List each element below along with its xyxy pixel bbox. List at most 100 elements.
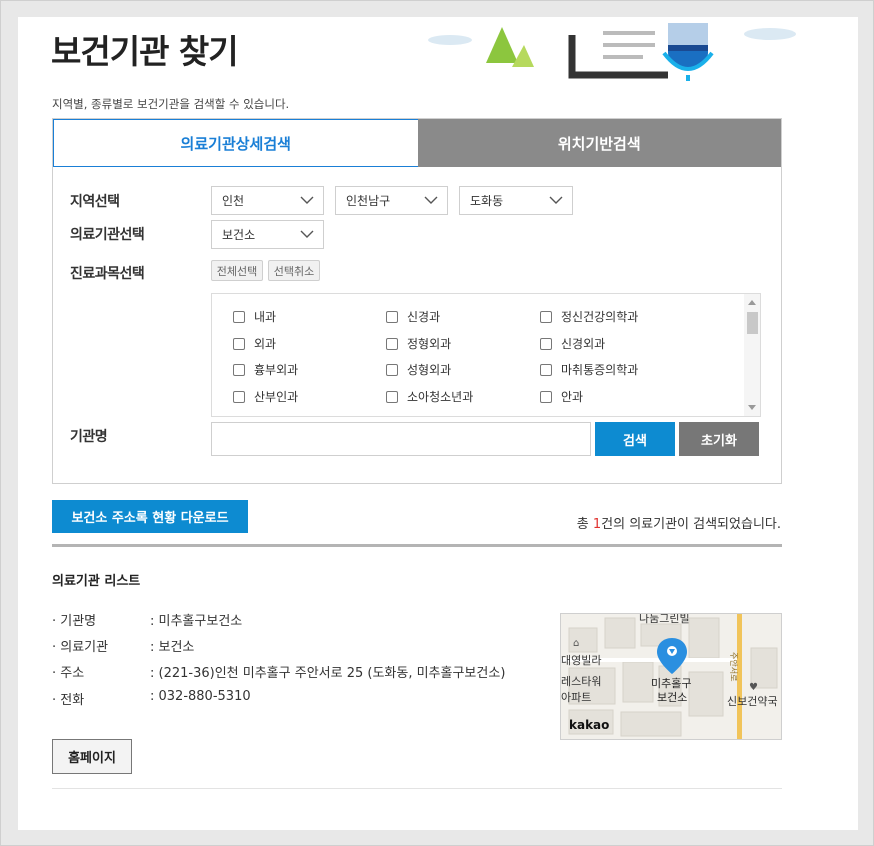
checkbox-icon[interactable] [540, 363, 552, 376]
checkbox-icon[interactable] [386, 337, 398, 350]
institution-value: 보건소 [222, 228, 256, 242]
subject-checkbox[interactable]: 신경과 [386, 308, 440, 325]
search-tabs: 의료기관상세검색 위치기반검색 [53, 119, 781, 167]
info-value: 보건소 [150, 636, 195, 655]
region-select-district[interactable]: 인천남구 [335, 186, 448, 215]
subject-checkbox[interactable]: 마취통증의학과 [540, 361, 638, 378]
subject-checkbox[interactable]: 흉부외과 [233, 361, 298, 378]
subject-label-text: 신경과 [407, 310, 441, 324]
download-address-button[interactable]: 보건소 주소록 현황 다운로드 [52, 500, 248, 533]
institution-name-input[interactable] [211, 422, 591, 456]
map-label-top: 나눔그린빌 [639, 614, 690, 625]
tab-location-search[interactable]: 위치기반검색 [417, 119, 781, 167]
subject-checkbox[interactable]: 산부인과 [233, 388, 298, 405]
region-city-value: 인천 [222, 194, 245, 208]
map-label-marker2: 보건소 [657, 691, 687, 704]
institution-label: 의료기관선택 [70, 227, 145, 243]
select-all-button[interactable]: 전체선택 [211, 260, 263, 281]
scroll-up-icon[interactable] [748, 300, 756, 305]
homepage-button[interactable]: 홈페이지 [52, 739, 132, 774]
subject-checkbox[interactable]: 신경외과 [540, 335, 605, 352]
checkbox-icon[interactable] [386, 310, 398, 323]
checkbox-icon[interactable] [386, 363, 398, 376]
info-value: 미추홀구보건소 [150, 610, 243, 629]
deselect-button[interactable]: 선택취소 [268, 260, 320, 281]
location-map[interactable]: 나눔그린빌 ⌂ 대영빌라 레스타워 아파트 미추홀구 보건소 신보건약국 ♥ k… [560, 613, 782, 740]
checkbox-icon[interactable] [233, 363, 245, 376]
checkbox-icon[interactable] [540, 310, 552, 323]
info-value: 032-880-5310 [150, 689, 251, 708]
info-row-address: 주소(221-36)인천 미추홀구 주안서로 25 (도화동, 미추홀구보건소) [52, 662, 505, 681]
subject-checkbox[interactable]: 외과 [233, 335, 276, 352]
institution-select[interactable]: 보건소 [211, 220, 324, 249]
list-title: 의료기관 리스트 [52, 574, 141, 589]
subject-checkbox[interactable]: 안과 [540, 388, 583, 405]
subject-label: 진료과목선택 [70, 266, 145, 282]
checkbox-icon[interactable] [233, 390, 245, 403]
pharmacy-icon: ♥ [749, 682, 758, 693]
page-title: 보건기관 찾기 [51, 32, 239, 71]
divider [52, 544, 782, 547]
info-row-type: 의료기관보건소 [52, 636, 194, 655]
info-key: 전화 [52, 689, 150, 708]
page-description: 지역별, 종류별로 보건기관을 검색할 수 있습니다. [52, 97, 290, 111]
map-label-villa: 대영빌라 [561, 654, 601, 667]
search-panel: 의료기관상세검색 위치기반검색 지역선택 인천 인천남구 도화동 의료기관선택 … [52, 118, 782, 484]
subject-label-text: 소아청소년과 [407, 390, 474, 404]
tab-detail-search[interactable]: 의료기관상세검색 [53, 119, 418, 167]
info-row-phone: 전화032-880-5310 [52, 689, 251, 708]
map-label-tower2: 아파트 [561, 691, 591, 704]
subject-label-text: 정신건강의학과 [561, 310, 639, 324]
subject-label-text: 정형외과 [407, 337, 452, 351]
chevron-down-icon [300, 230, 314, 238]
subject-label-text: 성형외과 [407, 363, 452, 377]
page: 보건기관 찾기 지역별, 종류별로 보건기관을 검색할 수 있습니다. 의료기관… [18, 17, 858, 830]
info-key: 주소 [52, 662, 150, 681]
search-button[interactable]: 검색 [595, 422, 675, 456]
subject-checkbox[interactable]: 성형외과 [386, 361, 451, 378]
scrollbar-thumb[interactable] [747, 312, 758, 334]
subject-label-text: 산부인과 [254, 390, 299, 404]
chevron-down-icon [549, 196, 563, 204]
subject-label-text: 신경외과 [561, 337, 606, 351]
map-canvas: 나눔그린빌 ⌂ 대영빌라 레스타워 아파트 미추홀구 보건소 신보건약국 ♥ k… [561, 614, 781, 739]
result-prefix: 총 [576, 517, 593, 532]
subject-checkbox[interactable]: 정신건강의학과 [540, 308, 638, 325]
name-label: 기관명 [70, 429, 108, 445]
reset-button[interactable]: 초기화 [679, 422, 759, 456]
checkbox-icon[interactable] [233, 310, 245, 323]
subject-label-text: 마취통증의학과 [561, 363, 639, 377]
scroll-down-icon[interactable] [748, 405, 756, 410]
region-label: 지역선택 [70, 194, 120, 210]
subject-checkbox[interactable]: 소아청소년과 [386, 388, 473, 405]
result-summary: 총 1건의 의료기관이 검색되었습니다. [577, 513, 781, 532]
divider [52, 788, 782, 789]
map-label-tower1: 레스타워 [561, 675, 601, 688]
map-label-pharmacy: 신보건약국 [727, 694, 778, 708]
subject-list: 내과 신경과 정신건강의학과 외과 정형외과 신경외과 흉부외과 성형외과 마취… [211, 293, 761, 417]
map-label-road: 주안서로 [729, 652, 739, 681]
info-row-name: 기관명미추홀구보건소 [52, 610, 242, 629]
subject-checkbox[interactable]: 내과 [233, 308, 276, 325]
checkbox-icon[interactable] [540, 337, 552, 350]
checkbox-icon[interactable] [540, 390, 552, 403]
chevron-down-icon [424, 196, 438, 204]
checkbox-icon[interactable] [233, 337, 245, 350]
subject-label-text: 안과 [561, 390, 584, 404]
chevron-down-icon [300, 196, 314, 204]
subject-checkbox[interactable]: 정형외과 [386, 335, 451, 352]
region-select-dong[interactable]: 도화동 [459, 186, 573, 215]
checkbox-icon[interactable] [386, 390, 398, 403]
building-icon: ⌂ [573, 638, 579, 649]
region-district-value: 인천남구 [346, 194, 391, 208]
region-dong-value: 도화동 [470, 194, 504, 208]
info-key: 기관명 [52, 610, 150, 629]
info-value: (221-36)인천 미추홀구 주안서로 25 (도화동, 미추홀구보건소) [150, 662, 506, 681]
subject-label-text: 외과 [254, 337, 277, 351]
subject-label-text: 흉부외과 [254, 363, 299, 377]
subject-scrollbar[interactable] [744, 294, 760, 416]
result-suffix: 건의 의료기관이 검색되었습니다. [601, 517, 781, 532]
subject-label-text: 내과 [254, 310, 277, 324]
browser-frame: 보건기관 찾기 지역별, 종류별로 보건기관을 검색할 수 있습니다. 의료기관… [0, 0, 874, 846]
region-select-city[interactable]: 인천 [211, 186, 324, 215]
